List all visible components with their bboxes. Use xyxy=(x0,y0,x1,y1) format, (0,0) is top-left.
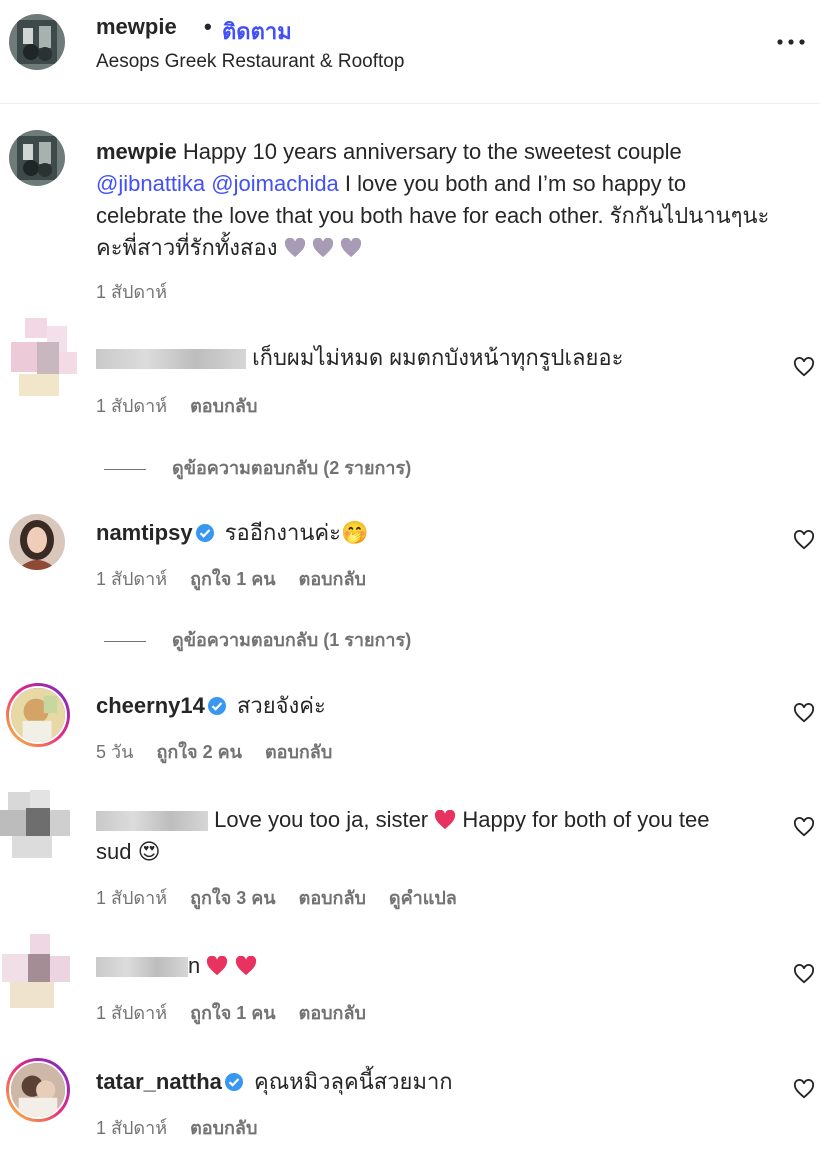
comment-time: 5 วัน xyxy=(96,742,134,762)
view-replies-label: ดูข้อความตอบกลับ (2 รายการ) xyxy=(172,458,412,478)
comment-body-part2: Happy for both of you tee xyxy=(462,807,710,832)
like-heart-icon[interactable] xyxy=(793,703,815,723)
more-horizontal-icon[interactable] xyxy=(774,30,808,50)
username-fragment: n xyxy=(188,953,201,978)
comment-username[interactable]: namtipsy xyxy=(96,520,193,545)
like-heart-icon[interactable] xyxy=(793,1079,815,1099)
comment-avatar-cheerny14[interactable] xyxy=(6,683,70,747)
caption-time: 1 สัปดาห์ xyxy=(96,282,168,302)
blurred-username[interactable] xyxy=(96,349,246,370)
reply-button[interactable]: ตอบกลับ xyxy=(190,396,257,416)
caption-username[interactable]: mewpie xyxy=(96,139,177,164)
author-username[interactable]: mewpie xyxy=(96,14,177,40)
purple-heart-icon xyxy=(284,238,305,258)
purple-heart-emojis xyxy=(284,235,362,260)
caption-meta: 1 สัปดาห์ xyxy=(96,277,185,306)
blurred-username[interactable] xyxy=(96,811,208,832)
comment-body: คุณหมิวลุคนี้สวยมาก xyxy=(254,1069,453,1094)
comment-time: 1 สัปดาห์ xyxy=(96,396,168,416)
follow-button[interactable]: ติดตาม xyxy=(222,14,292,49)
reply-button[interactable]: ตอบกลับ xyxy=(190,1118,257,1138)
comment-body-part3: sud 😍 xyxy=(96,839,161,864)
comment-text: cheerny14 สวยจังค่ะ xyxy=(96,690,326,722)
comment-time: 1 สัปดาห์ xyxy=(96,1003,168,1023)
author-avatar[interactable] xyxy=(9,14,65,70)
comment-avatar-blurred[interactable] xyxy=(0,790,72,860)
comment-meta: 1 สัปดาห์ ตอบกลับ xyxy=(96,1113,275,1142)
reply-button[interactable]: ตอบกลับ xyxy=(299,1003,366,1023)
likes-count[interactable]: ถูกใจ 3 คน xyxy=(190,888,276,908)
view-replies-button[interactable]: ดูข้อความตอบกลับ (2 รายการ) xyxy=(104,453,411,482)
reply-button[interactable]: ตอบกลับ xyxy=(299,888,366,908)
comment-avatar-namtipsy[interactable] xyxy=(9,514,65,570)
comment-time: 1 สัปดาห์ xyxy=(96,569,168,589)
caption-text-part1: Happy 10 years anniversary to the sweete… xyxy=(182,139,682,164)
comment-meta: 1 สัปดาห์ ถูกใจ 1 คน ตอบกลับ xyxy=(96,998,384,1027)
comment-avatar-tatar-nattha[interactable] xyxy=(6,1058,70,1122)
blurred-username[interactable] xyxy=(96,957,188,978)
likes-count[interactable]: ถูกใจ 1 คน xyxy=(190,569,276,589)
comment-meta: 1 สัปดาห์ ถูกใจ 3 คน ตอบกลับ ดูคำแปล xyxy=(96,883,475,912)
reply-button[interactable]: ตอบกลับ xyxy=(265,742,332,762)
likes-count[interactable]: ถูกใจ 1 คน xyxy=(190,1003,276,1023)
red-heart-icon xyxy=(207,956,228,976)
view-replies-label: ดูข้อความตอบกลับ (1 รายการ) xyxy=(172,630,412,650)
like-heart-icon[interactable] xyxy=(793,817,815,837)
comment-text: tatar_nattha คุณหมิวลุคนี้สวยมาก xyxy=(96,1066,453,1098)
purple-heart-icon xyxy=(340,238,361,258)
purple-heart-icon xyxy=(312,238,333,258)
red-heart-icon xyxy=(435,810,456,830)
comment-avatar-blurred[interactable] xyxy=(9,312,79,402)
comment-username[interactable]: tatar_nattha xyxy=(96,1069,222,1094)
comment-text: n xyxy=(96,950,257,982)
separator-dot: • xyxy=(204,14,212,39)
reply-button[interactable]: ตอบกลับ xyxy=(299,569,366,589)
verified-badge-icon xyxy=(224,1073,243,1091)
caption-author-avatar[interactable] xyxy=(9,130,65,186)
comment-time: 1 สัปดาห์ xyxy=(96,1118,168,1138)
comment-body: เก็บผมไม่หมด ผมตกบังหน้าทุกรูปเลยอะ xyxy=(252,345,624,370)
comment-meta: 1 สัปดาห์ ถูกใจ 1 คน ตอบกลับ xyxy=(96,564,384,593)
verified-badge-icon xyxy=(195,524,214,542)
comment-body: รออีกงานค่ะ🤭 xyxy=(224,520,369,545)
divider-line xyxy=(104,468,146,470)
comment-username[interactable]: cheerny14 xyxy=(96,693,205,718)
comment-body-part1: Love you too ja, sister xyxy=(214,807,429,832)
caption-text: mewpie Happy 10 years anniversary to the… xyxy=(96,136,776,264)
divider-line xyxy=(104,640,146,642)
like-heart-icon[interactable] xyxy=(793,357,815,377)
view-replies-button[interactable]: ดูข้อความตอบกลับ (1 รายการ) xyxy=(104,625,411,654)
comment-meta: 1 สัปดาห์ ตอบกลับ xyxy=(96,391,275,420)
comment-text: เก็บผมไม่หมด ผมตกบังหน้าทุกรูปเลยอะ xyxy=(96,342,623,374)
like-heart-icon[interactable] xyxy=(793,530,815,550)
verified-badge-icon xyxy=(207,697,226,715)
comment-body: สวยจังค่ะ xyxy=(236,693,326,718)
mention-joimachida[interactable]: @joimachida xyxy=(211,171,339,196)
post-header: mewpie • ติดตาม Aesops Greek Restaurant … xyxy=(0,0,820,104)
comment-text: namtipsy รออีกงานค่ะ🤭 xyxy=(96,517,368,549)
location-link[interactable]: Aesops Greek Restaurant & Rooftop xyxy=(96,51,404,73)
comment-meta: 5 วัน ถูกใจ 2 คน ตอบกลับ xyxy=(96,737,350,766)
comment-time: 1 สัปดาห์ xyxy=(96,888,168,908)
comment-avatar-blurred[interactable] xyxy=(0,934,72,1012)
red-heart-icon xyxy=(235,956,256,976)
comment-text: Love you too ja, sister Happy for both o… xyxy=(96,804,776,868)
translate-button[interactable]: ดูคำแปล xyxy=(389,888,457,908)
like-heart-icon[interactable] xyxy=(793,964,815,984)
mention-jibnattika[interactable]: @jibnattika xyxy=(96,171,205,196)
likes-count[interactable]: ถูกใจ 2 คน xyxy=(156,742,242,762)
